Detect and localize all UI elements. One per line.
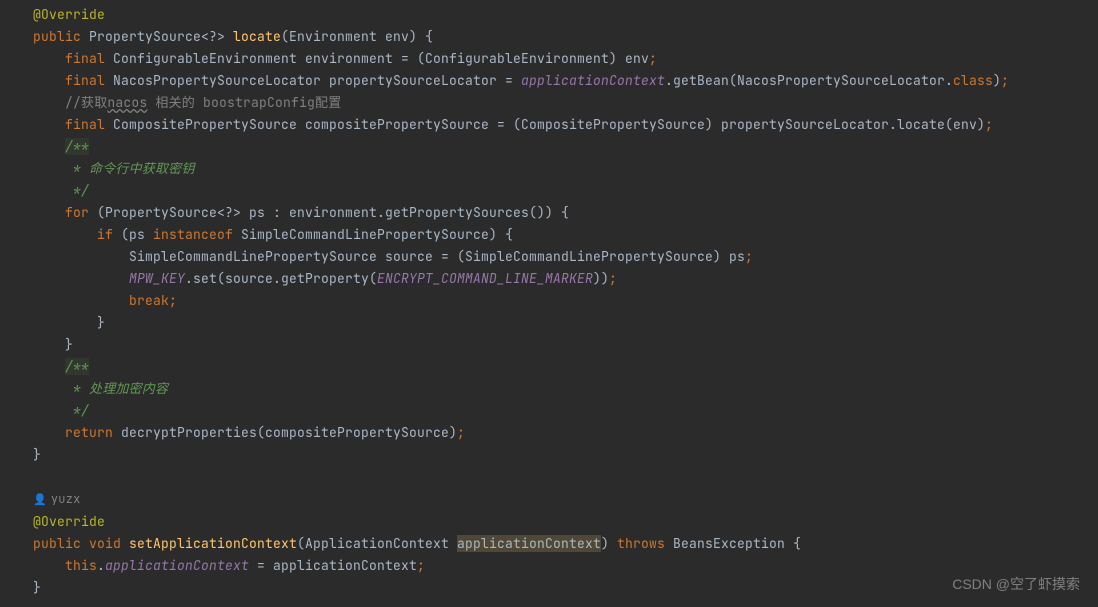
params: (Environment env) { [281,28,433,45]
comment: //获取 [65,94,107,111]
code-line: final CompositePropertySource compositeP… [33,114,1098,136]
return-type: PropertySource<?> [89,28,225,45]
code-line: */ [33,180,1098,202]
code-line: } [33,334,1098,356]
keyword-class: class [953,72,993,89]
keyword-public: public [33,535,81,552]
for-expr: (PropertySource<?> ps : environment.getP… [89,204,569,221]
semicolon: ; [169,292,177,309]
statement-part: )) [593,270,609,287]
params-part: ) [601,535,617,552]
keyword-final: final [65,116,105,133]
javadoc-open: /** [65,138,89,155]
method-name: locate [233,28,281,45]
field-ref: applicationContext [521,72,665,89]
code-line: @Override [33,4,1098,26]
paren: ) [993,72,1001,89]
code-line: * 处理加密内容 [33,378,1098,400]
brace: } [97,314,105,331]
keyword-throws: throws [617,535,665,552]
code-line: break; [33,290,1098,312]
javadoc-close: */ [65,402,89,419]
keyword-void: void [89,535,121,552]
code-line: @Override [33,511,1098,533]
code-line: if (ps instanceof SimpleCommandLinePrope… [33,224,1098,246]
javadoc-close: */ [65,182,89,199]
code-line: MPW_KEY.set(source.getProperty(ENCRYPT_C… [33,268,1098,290]
semicolon: ; [457,424,465,441]
param-highlighted: applicationContext [457,535,601,552]
code-line: SimpleCommandLinePropertySource source =… [33,246,1098,268]
keyword-return: return [65,424,113,441]
code-line: * 命令行中获取密钥 [33,158,1098,180]
user-icon: 👤 [33,493,47,507]
code-line: } [33,444,1098,466]
annotation: @Override [33,6,105,23]
semicolon: ; [745,248,753,265]
dot: . [97,557,105,574]
semicolon: ; [1001,72,1009,89]
constant: ENCRYPT_COMMAND_LINE_MARKER [377,270,593,287]
statement: CompositePropertySource compositePropert… [113,116,985,133]
code-line: final NacosPropertySourceLocator propert… [33,70,1098,92]
statement-part: NacosPropertySourceLocator propertySourc… [113,72,521,89]
watermark: CSDN @空了虾摸索 [952,573,1080,595]
keyword-this: this [65,557,97,574]
code-line: final ConfigurableEnvironment environmen… [33,48,1098,70]
semicolon: ; [609,270,617,287]
statement: SimpleCommandLinePropertySource source =… [129,248,745,265]
keyword-instanceof: instanceof [153,226,233,243]
javadoc-body: * 命令行中获取密钥 [65,160,195,177]
method-name: setApplicationContext [129,535,297,552]
keyword-final: final [65,72,105,89]
params-part: (ApplicationContext [297,535,457,552]
brace: } [33,579,41,596]
annotation: @Override [33,513,105,530]
comment: 相关的 boostrapConfig配置 [147,94,341,111]
code-line: public void setApplicationContext(Applic… [33,533,1098,555]
exception: BeansException { [665,535,801,552]
code-line: /** [33,136,1098,158]
javadoc-body: * 处理加密内容 [65,380,168,397]
code-editor[interactable]: @Override public PropertySource<?> locat… [0,0,1098,599]
field-ref: applicationContext [105,557,249,574]
blank-line [33,466,1098,488]
keyword-if: if [97,226,113,243]
statement: ConfigurableEnvironment environment = (C… [113,50,649,67]
code-line: */ [33,400,1098,422]
code-line: } [33,312,1098,334]
brace: } [65,336,73,353]
assign: = applicationContext [249,557,417,574]
statement-part: .set(source.getProperty( [185,270,377,287]
author-name: yuzx [51,491,81,507]
keyword-for: for [65,204,89,221]
code-line: for (PropertySource<?> ps : environment.… [33,202,1098,224]
statement-part: .getBean(NacosPropertySourceLocator. [665,72,953,89]
author-inlay: 👤 yuzx [33,488,1098,511]
brace: } [33,446,41,463]
keyword-break: break [129,292,169,309]
semicolon: ; [417,557,425,574]
keyword-final: final [65,50,105,67]
comment: nacos [107,94,147,111]
code-line: //获取nacos 相关的 boostrapConfig配置 [33,92,1098,114]
javadoc-open: /** [65,358,89,375]
code-line: /** [33,356,1098,378]
code-line: public PropertySource<?> locate(Environm… [33,26,1098,48]
semicolon: ; [985,116,993,133]
keyword-public: public [33,28,81,45]
code-line: this.applicationContext = applicationCon… [33,555,1098,577]
static-field: MPW_KEY [129,270,185,287]
if-expr: SimpleCommandLinePropertySource) { [233,226,513,243]
code-line: return decryptProperties(compositeProper… [33,422,1098,444]
code-line: } [33,577,1098,599]
semicolon: ; [649,50,657,67]
return-expr: decryptProperties(compositePropertySourc… [113,424,457,441]
if-expr: (ps [113,226,153,243]
